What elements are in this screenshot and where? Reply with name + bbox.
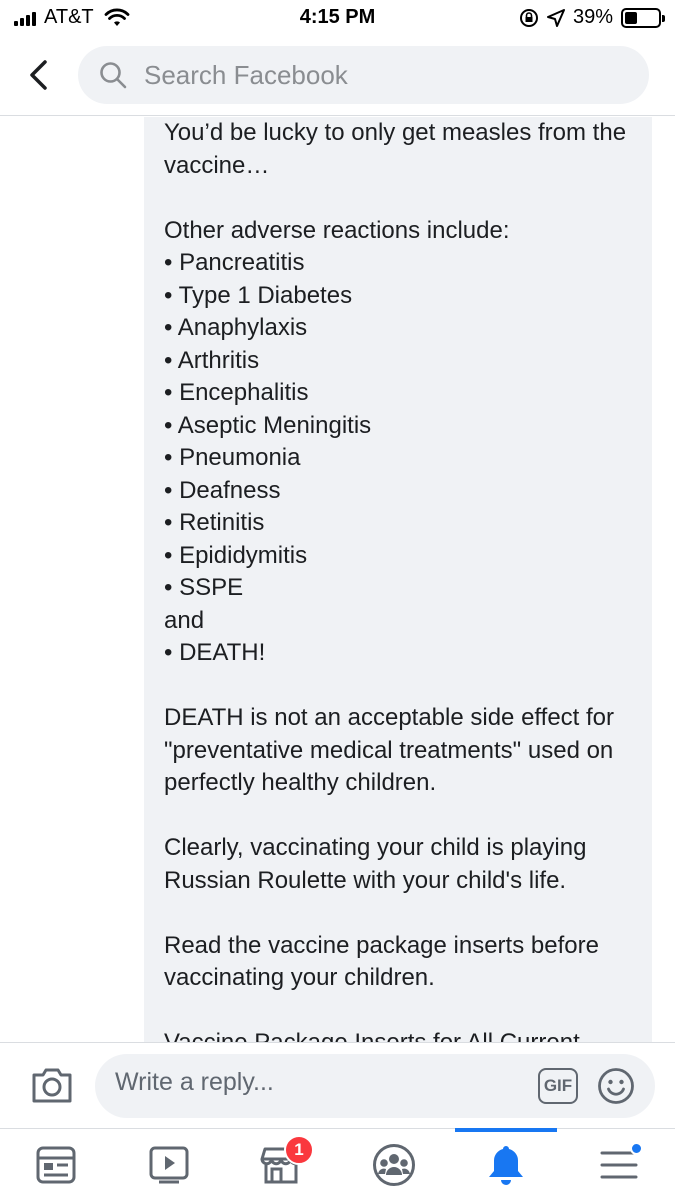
tab-news-feed[interactable] — [0, 1129, 112, 1200]
location-arrow-icon — [546, 8, 565, 27]
menu-notification-dot — [630, 1142, 643, 1155]
comment-thread: You’d be lucky to only get measles from … — [0, 117, 675, 1042]
gif-button[interactable]: GIF — [538, 1068, 578, 1104]
groups-icon — [373, 1144, 415, 1186]
tab-marketplace[interactable] — [225, 1129, 337, 1200]
battery-icon — [621, 7, 665, 28]
emoji-icon[interactable] — [597, 1067, 635, 1105]
tab-menu[interactable] — [563, 1129, 675, 1200]
news-feed-icon — [36, 1146, 76, 1184]
search-icon — [100, 62, 127, 89]
watch-video-icon — [149, 1146, 189, 1184]
reply-input[interactable] — [115, 1068, 515, 1097]
status-right: 39% — [519, 6, 665, 29]
battery-tip — [662, 14, 665, 22]
header — [0, 36, 675, 116]
back-arrow-icon[interactable] — [22, 58, 56, 92]
comment-text: You’d be lucky to only get measles from … — [164, 119, 627, 1042]
tab-notifications[interactable] — [450, 1129, 562, 1200]
battery-percent: 39% — [572, 6, 613, 28]
tab-groups[interactable] — [338, 1129, 450, 1200]
status-bar: AT&T 4:15 PM 39% — [0, 0, 675, 36]
reply-box[interactable]: GIF — [95, 1054, 655, 1118]
search-box[interactable] — [78, 46, 649, 104]
reply-composer: GIF — [0, 1042, 675, 1128]
search-input[interactable] — [144, 59, 624, 91]
bottom-tab-bar: 1 — [0, 1128, 675, 1200]
orientation-lock-icon — [519, 8, 538, 27]
tab-watch[interactable] — [113, 1129, 225, 1200]
comment-bubble: You’d be lucky to only get measles from … — [144, 117, 652, 1042]
notifications-bell-icon — [489, 1146, 523, 1185]
battery-fill — [625, 11, 638, 24]
camera-icon[interactable] — [30, 1065, 74, 1105]
marketplace-notification-badge: 1 — [284, 1135, 314, 1165]
